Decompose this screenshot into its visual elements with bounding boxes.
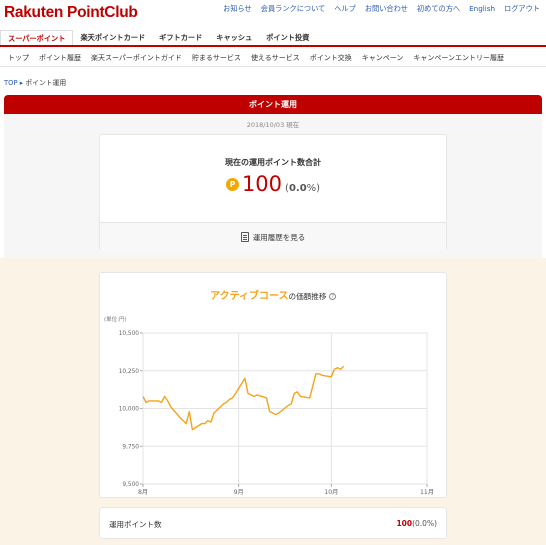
rakuten-pointclub-logo[interactable]: Rakuten PointClub xyxy=(4,4,138,22)
subnav-campaign-entry-history[interactable]: キャンペーンエントリー履歴 xyxy=(413,53,504,63)
breadcrumb-top[interactable]: TOP xyxy=(4,79,18,87)
header-links: お知らせ 会員ランクについて ヘルプ お問い合わせ 初めての方へ English… xyxy=(223,4,540,14)
chart-xtick-label: 9月 xyxy=(234,489,244,496)
chart-ytick-label: 9,750 xyxy=(122,444,139,450)
document-icon xyxy=(240,232,249,242)
summary-row-card: 運用ポイント数 100(0.0%) xyxy=(99,507,447,539)
total-points-row: P 100 (0.0%) xyxy=(100,172,446,196)
tab-point-card[interactable]: 楽天ポイントカード xyxy=(73,30,152,45)
link-member-rank[interactable]: 会員ランクについて xyxy=(261,4,325,14)
link-first-time[interactable]: 初めての方へ xyxy=(417,4,460,14)
subnav-top[interactable]: トップ xyxy=(8,53,29,63)
chart-xtick-label: 8月 xyxy=(138,489,148,496)
link-contact[interactable]: お問い合わせ xyxy=(365,4,408,14)
summary-points: 100 xyxy=(396,519,413,528)
tab-super-point[interactable]: スーパーポイント xyxy=(0,30,74,45)
breadcrumb-current: ポイント運用 xyxy=(25,79,67,87)
as-of-date: 2018/10/03 現在 xyxy=(246,121,300,129)
view-history-button[interactable]: 運用履歴を見る xyxy=(100,223,446,251)
total-points-value: 100 xyxy=(241,172,283,196)
total-points-percent: (0.0%) xyxy=(285,183,320,194)
chart-x-year-label: 2018 年 xyxy=(134,496,152,497)
subnav-earn-services[interactable]: 貯まるサービス xyxy=(192,53,241,63)
link-logout[interactable]: ログアウト xyxy=(504,4,540,14)
chart-ytick-label: 10,250 xyxy=(119,369,140,375)
chart-series-line xyxy=(142,365,345,431)
chart-ytick-label: 10,000 xyxy=(119,407,140,413)
main-tabs: スーパーポイント 楽天ポイントカード ギフトカード キャッシュ ポイント投資 xyxy=(0,30,546,47)
breadcrumb: TOP ▸ ポイント運用 xyxy=(4,77,66,87)
chart-ytick-label: 9,500 xyxy=(122,482,139,488)
sub-nav: トップ ポイント履歴 楽天スーパーポイントガイド 貯まるサービス 使えるサービス… xyxy=(0,49,546,67)
pct-close: %) xyxy=(306,183,321,194)
tab-gift-card[interactable]: ギフトカード xyxy=(152,30,209,45)
chart-xtick-label: 11月 xyxy=(420,489,434,496)
view-history-label: 運用履歴を見る xyxy=(252,232,306,242)
chart-card: アクティブコースの価額推移 ? (単位:円) 9,500 9,750 10,000 10… xyxy=(99,272,447,498)
subnav-campaign[interactable]: キャンペーン xyxy=(362,53,404,63)
subnav-use-services[interactable]: 使えるサービス xyxy=(251,53,300,63)
summary-panel: 2018/10/03 現在 現在の運用ポイント数合計 P 100 (0.0%) … xyxy=(4,114,542,258)
chart-unit-label: (単位:円) xyxy=(104,315,127,323)
tab-point-investment[interactable]: ポイント投資 xyxy=(259,30,316,45)
chart-xtick-label: 10月 xyxy=(324,489,338,496)
link-help[interactable]: ヘルプ xyxy=(334,4,356,14)
link-news[interactable]: お知らせ xyxy=(223,4,252,14)
point-coin-icon: P xyxy=(225,177,239,191)
chart-panel: アクティブコースの価額推移 ? (単位:円) 9,500 9,750 10,000 10… xyxy=(0,258,546,545)
total-points-title: 現在の運用ポイント数合計 xyxy=(225,158,321,167)
section-title: ポイント運用 xyxy=(4,95,542,114)
summary-value: 100(0.0%) xyxy=(396,519,437,528)
price-chart: (単位:円) 9,500 9,750 10,000 10,250 10,500 8月 9月 10… xyxy=(104,315,434,497)
tab-cash[interactable]: キャッシュ xyxy=(209,30,259,45)
link-english[interactable]: English xyxy=(469,4,495,14)
pct-value: 0.0 xyxy=(288,183,307,194)
subnav-point-history[interactable]: ポイント履歴 xyxy=(39,53,81,63)
total-points-card: 現在の運用ポイント数合計 P 100 (0.0%) 運用履歴を見る xyxy=(99,134,447,251)
subnav-point-exchange[interactable]: ポイント交換 xyxy=(310,53,352,63)
summary-pct: (0.0%) xyxy=(412,519,437,528)
summary-label: 運用ポイント数 xyxy=(109,520,162,529)
chart-ytick-label: 10,500 xyxy=(119,331,140,337)
subnav-guide[interactable]: 楽天スーパーポイントガイド xyxy=(91,53,182,63)
header: Rakuten PointClub お知らせ 会員ランクについて ヘルプ お問い… xyxy=(0,0,546,28)
